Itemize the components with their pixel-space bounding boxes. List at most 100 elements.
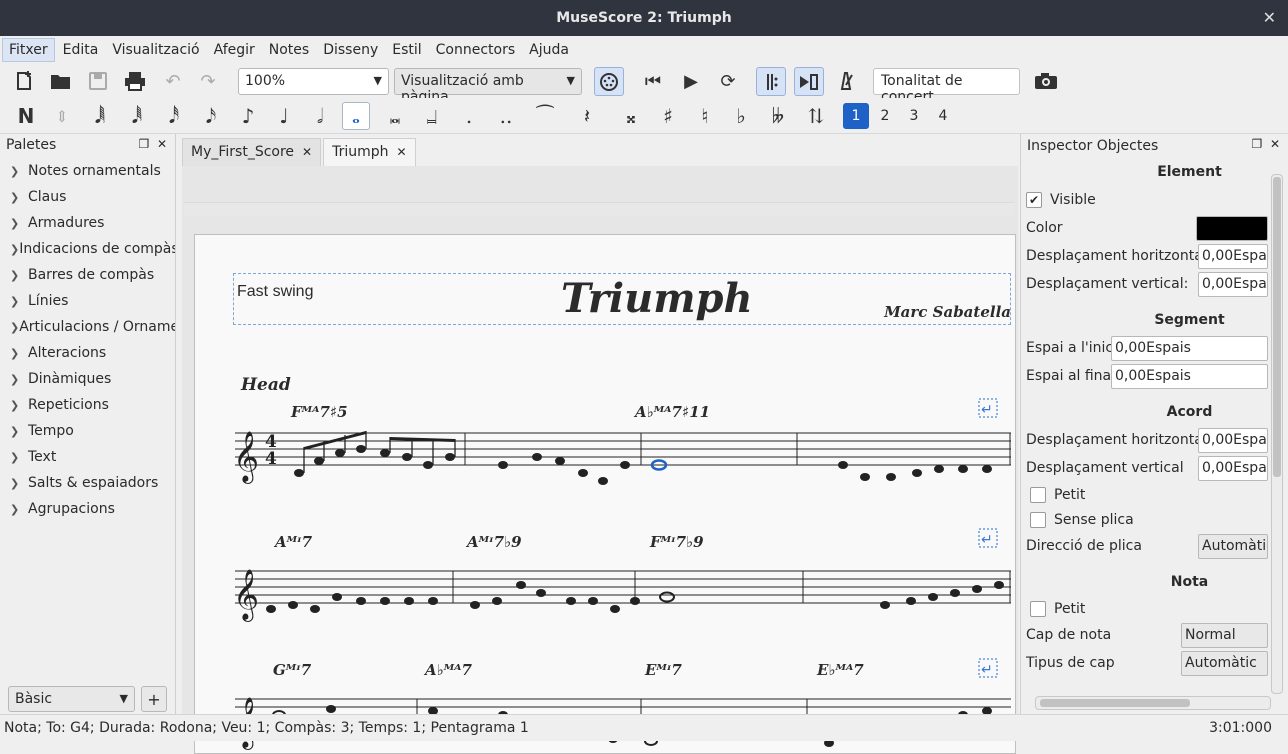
eighth-note-alt-icon[interactable]: ♪ [234,102,262,130]
note-small-row[interactable]: Petit [1021,596,1288,621]
no-stem-checkbox[interactable] [1030,511,1046,528]
concert-pitch-button[interactable]: Tonalitat de concert [873,68,1020,105]
double-sharp-icon[interactable]: 𝄪 [617,102,645,130]
quarter-note-icon[interactable]: ♩ [270,102,298,130]
palette-tempo[interactable]: ❯ Tempo [0,418,175,444]
note-small-checkbox[interactable] [1030,600,1046,617]
open-folder-icon[interactable] [49,70,73,92]
sixteenth-note-icon[interactable]: 𝅘𝅥𝅰 [160,102,188,130]
scrollbar-thumb[interactable] [1273,177,1281,477]
close-panel-icon[interactable]: ✕ [157,137,167,151]
menu-edit[interactable]: Edita [57,39,105,61]
flat-icon[interactable]: ♭ [727,102,755,130]
repitch-icon[interactable]: ⇕ [48,102,76,130]
tie-icon[interactable]: ⁀ [531,102,559,130]
horizontal-scrollbar[interactable] [184,202,1014,216]
staff-notation[interactable]: 𝄞 𝄞 𝄞 4 4 [195,235,1016,754]
print-icon[interactable] [123,70,147,92]
midi-input-toggle[interactable] [594,67,624,96]
menu-layout[interactable]: Disseny [317,39,384,61]
palette-text[interactable]: ❯ Text [0,444,175,470]
palette-dynamics[interactable]: ❯ Dinàmiques [0,366,175,392]
tab-triumph[interactable]: Triumph ✕ [323,138,416,166]
flip-direction-icon[interactable]: ⇅ [802,102,830,130]
augmentation-dot-icon[interactable]: . [455,102,483,130]
close-tab-icon[interactable]: ✕ [397,145,407,159]
save-icon[interactable] [86,70,110,92]
voice-4-button[interactable]: 4 [930,103,956,129]
horizontal-offset-field[interactable]: 0,00Espais [1198,243,1268,269]
chord-small-checkbox[interactable] [1030,486,1046,503]
menu-help[interactable]: Ajuda [523,39,575,61]
double-flat-icon[interactable]: 𝄫 [764,102,792,130]
leading-space-field[interactable]: 0,00Espais [1111,335,1268,361]
score-page[interactable]: Fast swing Triumph Marc Sabatella Head F… [194,234,1016,754]
chord-horizontal-offset-field[interactable]: 0,00Espais [1198,427,1268,453]
menu-style[interactable]: Estil [386,39,427,61]
workspace-select[interactable]: Bàsic ▼ [8,686,135,712]
palette-clefs[interactable]: ❯ Claus [0,184,175,210]
line-break-icon[interactable]: ↵ [981,662,993,678]
palette-lines[interactable]: ❯ Línies [0,288,175,314]
close-window-icon[interactable]: ✕ [1263,8,1276,27]
half-note-icon[interactable]: 𝅗𝅥 [306,102,334,130]
sharp-icon[interactable]: ♯ [654,102,682,130]
vertical-offset-field[interactable]: 0,00Espais [1198,271,1268,297]
notehead-type-select[interactable]: Automàtic [1181,650,1268,676]
close-tab-icon[interactable]: ✕ [302,145,312,159]
repeat-toggle[interactable] [756,67,786,96]
inspector-horizontal-scrollbar[interactable] [1035,696,1271,710]
scrollbar-thumb[interactable] [1040,699,1190,707]
palette-articulations[interactable]: ❯Articulacions / Ornaments [0,314,175,340]
double-whole-note-icon[interactable]: 𝅜 [381,102,409,130]
palette-time-signatures[interactable]: ❯ Indicacions de compàs [0,236,175,262]
redo-icon[interactable]: ↷ [196,70,220,92]
color-swatch[interactable] [1196,215,1268,241]
rewind-icon[interactable]: ⏮ [641,70,665,92]
voice-3-button[interactable]: 3 [901,103,927,129]
close-panel-icon[interactable]: ✕ [1270,137,1280,151]
undo-icon[interactable]: ↶ [161,70,185,92]
voice-2-button[interactable]: 2 [872,103,898,129]
no-stem-row[interactable]: Sense plica [1021,507,1288,532]
add-workspace-button[interactable]: + [141,686,167,712]
new-file-icon[interactable] [12,70,36,92]
whole-note-icon[interactable]: 𝅝 [342,102,370,130]
eighth-note-icon[interactable]: 𝅘𝅥𝅯 [197,102,225,130]
menu-add[interactable]: Afegir [208,39,261,61]
menu-plugins[interactable]: Connectors [430,39,522,61]
sixty-fourth-note-icon[interactable]: 𝅘𝅥𝅲 [86,102,114,130]
line-break-icon[interactable]: ↵ [981,402,993,418]
palette-barlines[interactable]: ❯ Barres de compàs [0,262,175,288]
palette-accidentals[interactable]: ❯ Alteracions [0,340,175,366]
menu-view[interactable]: Visualització [106,39,205,61]
thirty-second-note-icon[interactable]: 𝅘𝅥𝅱 [123,102,151,130]
palette-repeats[interactable]: ❯ Repeticions [0,392,175,418]
note-input-mode-icon[interactable]: N [12,102,40,130]
inspector-vertical-scrollbar[interactable] [1271,174,1283,694]
trailing-space-field[interactable]: 0,00Espais [1111,363,1268,389]
metronome-icon[interactable] [834,70,858,92]
menu-file[interactable]: Fitxer [2,38,55,62]
view-mode-select[interactable]: Visualització amb pàgina ▼ [394,68,582,105]
natural-icon[interactable]: ♮ [691,102,719,130]
stem-direction-select[interactable]: Automàtic [1198,533,1268,559]
camera-icon[interactable] [1034,70,1058,92]
undock-icon[interactable]: ❐ [139,137,150,151]
play-icon[interactable]: ▶ [679,70,703,92]
pan-toggle[interactable] [794,67,824,96]
tab-my-first-score[interactable]: My_First_Score ✕ [182,138,322,166]
chord-small-row[interactable]: Petit [1021,482,1288,507]
chord-vertical-offset-field[interactable]: 0,00Espais [1198,455,1268,481]
visible-checkbox-row[interactable]: ✔ Visible [1021,186,1288,214]
rest-icon[interactable]: 𝄽 [573,102,601,130]
loop-icon[interactable]: ⟳ [716,70,740,92]
visible-checkbox[interactable]: ✔ [1026,192,1042,208]
score-canvas[interactable]: Fast swing Triumph Marc Sabatella Head F… [182,166,1018,754]
longa-note-icon[interactable]: 𝆶 [418,102,446,130]
zoom-select[interactable]: 100% ▼ [238,68,389,95]
palette-breaks-spacers[interactable]: ❯ Salts & espaiadors [0,470,175,496]
line-break-icon[interactable]: ↵ [981,532,993,548]
double-dot-icon[interactable]: .. [492,102,520,130]
menu-notes[interactable]: Notes [263,39,315,61]
